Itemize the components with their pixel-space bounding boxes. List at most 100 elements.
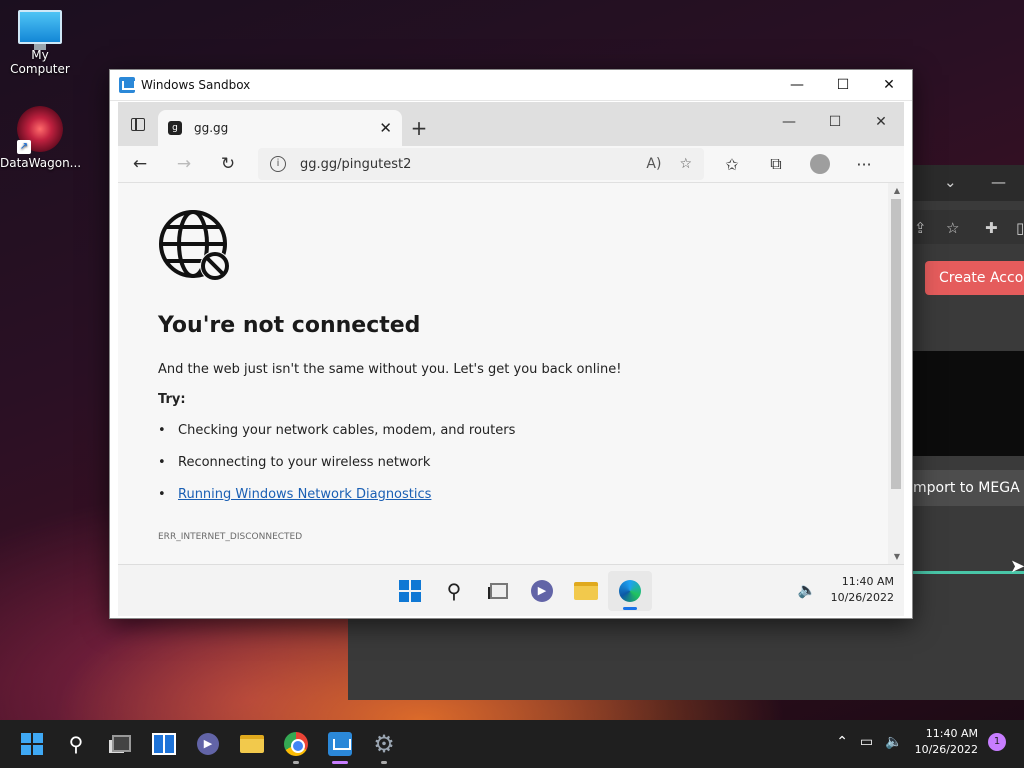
import-to-mega-button[interactable]: mport to MEGA — [913, 470, 1024, 506]
taskbar-clock[interactable]: 11:40 AM 10/26/2022 — [915, 726, 978, 758]
sandbox-search-button[interactable]: ⚲ — [432, 571, 476, 611]
edge-icon — [619, 580, 641, 602]
new-tab-button[interactable]: + — [402, 110, 436, 146]
browser-toolbar: ← → ↻ i gg.gg/pingutest2 A) ☆ ✩ ⧉ ··· — [118, 146, 904, 183]
progress-line — [913, 571, 1024, 574]
more-icon[interactable]: ··· — [842, 148, 886, 180]
windows-sandbox-button[interactable] — [318, 724, 362, 764]
scroll-up-icon[interactable]: ▲ — [894, 186, 900, 195]
file-explorer-button[interactable] — [230, 724, 274, 764]
datawagon-logo-icon: ↗ — [17, 106, 63, 154]
task-view-button[interactable] — [98, 724, 142, 764]
sandbox-start-button[interactable] — [388, 571, 432, 611]
sandbox-desktop: g gg.gg ✕ + — ☐ ✕ ← → ↻ i gg.gg/pingutes… — [118, 102, 904, 616]
desktop-icon-label: DataWagon... — [0, 156, 82, 170]
chevron-up-icon[interactable]: ⌃ — [836, 734, 848, 750]
address-bar[interactable]: i gg.gg/pingutest2 A) ☆ — [258, 148, 704, 180]
favorites-icon[interactable]: ✩ — [710, 148, 754, 180]
sandbox-date: 10/26/2022 — [830, 591, 894, 604]
task-view-icon — [109, 735, 131, 753]
settings-icon: ⚙ — [373, 730, 395, 758]
sandbox-minimize-button[interactable]: — — [774, 70, 820, 100]
chat-icon: ▶ — [197, 733, 219, 755]
start-button[interactable] — [10, 724, 54, 764]
tab-title: gg.gg — [194, 121, 229, 135]
try-label: Try: — [158, 392, 186, 407]
forward-button[interactable]: → — [162, 148, 206, 180]
collections-icon[interactable]: ⧉ — [754, 148, 798, 180]
chrome-button[interactable] — [274, 724, 318, 764]
globe-blocked-icon — [159, 210, 230, 281]
mouse-cursor-icon: ➤ — [1010, 556, 1024, 577]
chrome-icon — [284, 732, 308, 756]
extensions-icon[interactable]: ✚ — [985, 219, 998, 237]
back-button[interactable]: ← — [118, 148, 162, 180]
sandbox-task-view-button[interactable] — [476, 571, 520, 611]
computer-icon — [18, 10, 62, 50]
taskbar: ⚲ ▶ ⚙ ⌃ ▭ 🔈 11:40 AM 10/26/2022 1 — [0, 720, 1024, 768]
sandbox-edge-button[interactable] — [608, 571, 652, 611]
sandbox-taskbar: ⚲ ▶ 🔈 11:40 AM 10/26/2022 — [118, 564, 904, 616]
tab-close-button[interactable]: ✕ — [379, 119, 392, 137]
error-description: And the web just isn't the same without … — [158, 362, 622, 377]
list-item: • Reconnecting to your wireless network — [158, 455, 431, 470]
site-favicon-icon: g — [168, 121, 182, 135]
sandbox-maximize-button[interactable]: ☐ — [820, 70, 866, 100]
browser-maximize-button[interactable]: ☐ — [812, 102, 858, 142]
widgets-icon — [152, 733, 176, 755]
sandbox-titlebar[interactable]: Windows Sandbox — ☐ ✕ — [110, 70, 912, 101]
file-explorer-icon — [574, 582, 598, 600]
taskbar-date: 10/26/2022 — [914, 743, 978, 756]
tab-actions-button[interactable] — [118, 102, 158, 146]
chat-button[interactable]: ▶ — [186, 724, 230, 764]
minimize-icon[interactable]: — — [991, 173, 1006, 191]
chevron-down-icon[interactable]: ⌄ — [944, 173, 957, 191]
settings-button[interactable]: ⚙ — [362, 724, 406, 764]
volume-icon[interactable]: 🔈 — [885, 734, 902, 750]
page-scrollbar[interactable]: ▲ ▼ — [888, 183, 904, 564]
url-text[interactable]: gg.gg/pingutest2 — [300, 157, 628, 172]
profile-button[interactable] — [798, 148, 842, 180]
widgets-button[interactable] — [142, 724, 186, 764]
scroll-thumb[interactable] — [891, 199, 901, 489]
tab-actions-icon — [131, 117, 145, 131]
dark-panel — [913, 351, 1024, 456]
desktop-icon-datawagon[interactable]: ↗ DataWagon... — [0, 106, 82, 170]
browser-tab-strip: g gg.gg ✕ + — ☐ ✕ — [118, 102, 904, 146]
suggestion-list: • Checking your network cables, modem, an… — [158, 423, 515, 519]
start-icon — [399, 580, 421, 602]
notification-badge[interactable]: 1 — [988, 733, 1006, 751]
search-icon: ⚲ — [68, 732, 84, 756]
scroll-down-icon[interactable]: ▼ — [894, 552, 900, 561]
network-icon[interactable]: ▭ — [860, 734, 873, 750]
browser-close-button[interactable]: ✕ — [858, 102, 904, 142]
read-aloud-icon[interactable]: A) — [646, 156, 661, 172]
sandbox-close-button[interactable]: ✕ — [866, 70, 912, 100]
site-info-icon[interactable]: i — [270, 156, 286, 172]
network-diagnostics-link[interactable]: Running Windows Network Diagnostics — [178, 487, 431, 502]
sandbox-time: 11:40 AM — [841, 575, 894, 588]
add-favorite-icon[interactable]: ☆ — [679, 156, 692, 172]
error-code: ERR_INTERNET_DISCONNECTED — [158, 532, 303, 542]
refresh-button[interactable]: ↻ — [206, 148, 250, 180]
windows-sandbox-icon — [328, 732, 352, 756]
windows-sandbox-icon — [119, 77, 136, 93]
search-button[interactable]: ⚲ — [54, 724, 98, 764]
sandbox-file-explorer-button[interactable] — [564, 571, 608, 611]
sandbox-clock[interactable]: 11:40 AM 10/26/2022 — [831, 574, 894, 606]
browser-minimize-button[interactable]: — — [766, 102, 812, 142]
start-icon — [21, 733, 43, 755]
bookmark-star-icon[interactable]: ☆ — [946, 219, 959, 237]
error-title: You're not connected — [158, 313, 421, 338]
file-explorer-icon — [240, 735, 264, 753]
chat-icon: ▶ — [531, 580, 553, 602]
browser-tab[interactable]: g gg.gg ✕ — [158, 110, 402, 146]
create-account-button[interactable]: Create Accou — [925, 261, 1024, 295]
share-icon[interactable]: ⇪ — [914, 219, 927, 237]
shortcut-arrow-icon: ↗ — [17, 140, 31, 154]
windows-sandbox-window[interactable]: Windows Sandbox — ☐ ✕ g gg.gg ✕ + — ☐ ✕ — [109, 69, 913, 619]
volume-icon[interactable]: 🔈 — [798, 581, 817, 599]
sidebar-icon[interactable]: ▯ — [1016, 219, 1024, 237]
sandbox-chat-button[interactable]: ▶ — [520, 571, 564, 611]
desktop-icon-my-computer[interactable]: My Computer — [0, 10, 80, 76]
